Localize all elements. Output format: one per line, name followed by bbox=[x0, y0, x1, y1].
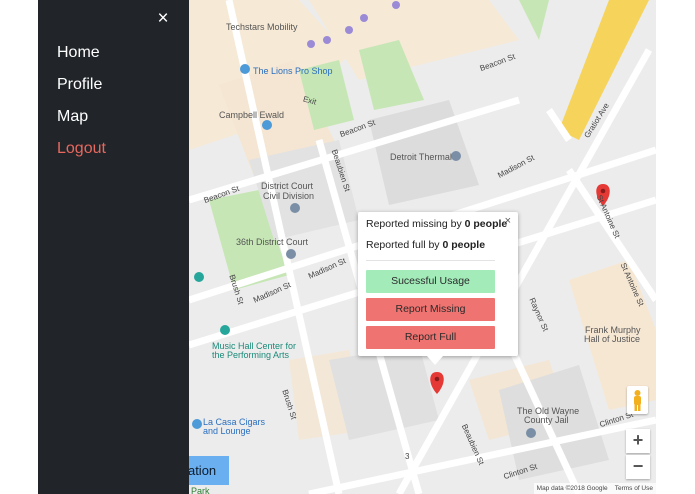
map-canvas[interactable]: Techstars Mobility The Lions Pro Shop Ca… bbox=[189, 0, 656, 494]
popup-divider bbox=[366, 260, 495, 261]
close-sidebar-icon[interactable]: × bbox=[155, 9, 171, 28]
map-place-label: The Lions Pro Shop bbox=[253, 66, 333, 76]
location-button[interactable]: Location bbox=[189, 456, 229, 485]
map-attribution: Map data ©2018 Google Terms of Use bbox=[533, 483, 656, 494]
reported-missing-count: 0 people bbox=[464, 218, 508, 230]
nav-map-link[interactable]: Map bbox=[57, 108, 88, 126]
nav-profile-link[interactable]: Profile bbox=[57, 76, 102, 94]
map-place-label: District Court bbox=[261, 181, 314, 191]
pegman-icon[interactable] bbox=[627, 386, 648, 414]
route-shield: 3 bbox=[405, 452, 410, 461]
nav-home-link[interactable]: Home bbox=[57, 44, 100, 62]
map-place-label: and Lounge bbox=[203, 426, 251, 436]
reported-missing-text: Reported missing by 0 people bbox=[366, 218, 507, 230]
reported-full-text: Reported full by 0 people bbox=[366, 239, 485, 251]
reported-full-count: 0 people bbox=[442, 239, 486, 251]
reported-full-label: Reported full by bbox=[366, 239, 443, 251]
map-place-label: County Jail bbox=[524, 415, 569, 425]
zoom-out-button[interactable]: − bbox=[626, 455, 650, 479]
map-place-label: 36th District Court bbox=[236, 237, 309, 247]
map-place-label: Techstars Mobility bbox=[226, 22, 298, 32]
nav-logout-link[interactable]: Logout bbox=[57, 140, 106, 158]
map-place-label: Park bbox=[191, 486, 210, 494]
map-data-attribution: Map data ©2018 Google bbox=[536, 485, 608, 492]
report-full-button[interactable]: Report Full bbox=[366, 326, 495, 349]
sidebar-nav: × Home Profile Map Logout bbox=[38, 0, 189, 494]
map-place-label: Hall of Justice bbox=[584, 334, 641, 344]
successful-usage-button[interactable]: Sucessful Usage bbox=[366, 270, 495, 293]
map-place-label: Campbell Ewald bbox=[219, 110, 285, 120]
map-place-label: Detroit Thermal bbox=[390, 152, 452, 162]
map-place-label: the Performing Arts bbox=[212, 350, 290, 360]
zoom-in-button[interactable]: + bbox=[626, 429, 650, 453]
marker-info-window: × Reported missing by 0 people Reported … bbox=[358, 212, 518, 365]
reported-missing-label: Reported missing by bbox=[366, 218, 465, 230]
terms-of-use-link[interactable]: Terms of Use bbox=[615, 485, 653, 492]
report-missing-button[interactable]: Report Missing bbox=[366, 298, 495, 321]
map-place-label: Civil Division bbox=[263, 191, 315, 201]
